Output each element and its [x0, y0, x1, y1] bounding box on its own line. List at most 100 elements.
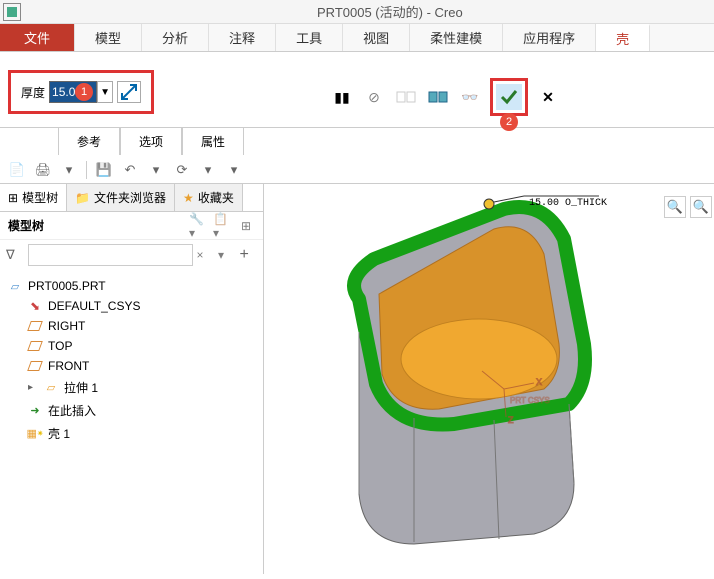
tree-item-top[interactable]: TOP [4, 336, 259, 356]
window-title: PRT0005 (活动的) - Creo [317, 2, 463, 21]
tree-tools: 🔧▾ 📋▾ ⊞ [189, 217, 255, 235]
dimension-label[interactable]: 15.00 O_THICK [529, 198, 607, 209]
tree-item-extrude[interactable]: ▸ ▱ 拉伸 1 [4, 376, 259, 399]
confirm-button[interactable] [496, 84, 522, 110]
no-preview-button[interactable]: ⊘ [362, 85, 386, 109]
zoom-in-button[interactable]: 🔍 [690, 196, 712, 218]
sidebar: ⊞ 模型树 📁 文件夹浏览器 ★ 收藏夹 模型树 🔧▾ 📋▾ ⊞ ∇ [0, 184, 264, 574]
tab-annotate[interactable]: 注释 [209, 24, 276, 51]
thickness-group: 厚度 1 ▼ [8, 70, 154, 114]
model-view: X Z PRT CSYS [264, 184, 714, 574]
tree-item-right[interactable]: RIGHT [4, 316, 259, 336]
tree-settings-icon[interactable]: 🔧▾ [189, 217, 207, 235]
thickness-label: 厚度 [21, 84, 45, 101]
svg-text:X: X [536, 377, 542, 387]
sidebar-tab-label: 模型树 [22, 189, 58, 206]
sidebar-tab-model-tree[interactable]: ⊞ 模型树 [0, 184, 67, 211]
subtab-props[interactable]: 属性 [182, 127, 244, 155]
sidebar-tab-label: 文件夹浏览器 [94, 189, 166, 206]
expand-icon[interactable]: ▸ [28, 382, 38, 393]
windows-icon[interactable]: ▾ [199, 161, 217, 179]
tree-title: 模型树 [8, 217, 44, 234]
subtab-options[interactable]: 选项 [120, 127, 182, 155]
view-controls: 🔍 🔍 [664, 196, 712, 218]
cancel-button[interactable]: ✕ [536, 85, 560, 109]
ribbon-content: 厚度 1 ▼ ▮▮ ⊘ 👓 2 ✕ 参考 选项 属性 [0, 52, 714, 128]
redo-icon[interactable]: ▾ [147, 161, 165, 179]
model-tree: ▱ PRT0005.PRT ⬊ DEFAULT_CSYS RIGHT TOP F… [0, 270, 263, 451]
flip-direction-button[interactable] [117, 81, 141, 103]
thickness-dropdown[interactable]: ▼ [97, 81, 113, 103]
tree-item-insert[interactable]: ➜ 在此插入 [4, 399, 259, 422]
confirm-wrap: 2 [490, 78, 528, 116]
app-icon [3, 3, 21, 21]
viewport[interactable]: X Z PRT CSYS 15.00 O_THICK 🔍 🔍 [264, 184, 714, 574]
glasses-button[interactable]: 👓 [458, 85, 482, 109]
tab-analysis[interactable]: 分析 [142, 24, 209, 51]
tree-label: FRONT [48, 359, 89, 373]
sidebar-tabs: ⊞ 模型树 📁 文件夹浏览器 ★ 收藏夹 [0, 184, 263, 212]
print-icon[interactable]: 🖨 [34, 161, 52, 179]
annotation-badge-1: 1 [75, 83, 93, 101]
tree-label: PRT0005.PRT [28, 279, 106, 293]
tree-header: 模型树 🔧▾ 📋▾ ⊞ [0, 212, 263, 240]
close-icon[interactable]: ▾ [225, 161, 243, 179]
filter-clear-icon[interactable]: × [197, 248, 215, 262]
main-area: ⊞ 模型树 📁 文件夹浏览器 ★ 收藏夹 模型树 🔧▾ 📋▾ ⊞ ∇ [0, 184, 714, 574]
tree-show-icon[interactable]: 📋▾ [213, 217, 231, 235]
tab-model[interactable]: 模型 [75, 24, 142, 51]
filter-add-icon[interactable]: + [240, 246, 258, 264]
plane-icon [28, 319, 42, 333]
sidebar-tab-favorites[interactable]: ★ 收藏夹 [175, 184, 243, 211]
tree-item-part[interactable]: ▱ PRT0005.PRT [4, 276, 259, 296]
svg-text:Z: Z [508, 415, 514, 425]
tab-tools[interactable]: 工具 [276, 24, 343, 51]
verify-button[interactable] [394, 85, 418, 109]
shell-feature-icon: ▦✷ [28, 427, 42, 441]
sidebar-tab-folder[interactable]: 📁 文件夹浏览器 [67, 184, 175, 211]
filter-row: ∇ × ▾ + [0, 240, 263, 270]
ribbon-tabs: 文件 模型 分析 注释 工具 视图 柔性建模 应用程序 壳 [0, 24, 714, 52]
feature-actions: ▮▮ ⊘ 👓 2 ✕ [330, 78, 560, 116]
tree-icon: ⊞ [8, 191, 18, 205]
extrude-icon: ▱ [44, 381, 58, 395]
tree-label: 壳 1 [48, 425, 70, 442]
undo-icon[interactable]: ↶ [121, 161, 139, 179]
preview-button[interactable] [426, 85, 450, 109]
separator [86, 161, 87, 179]
plane-icon [28, 359, 42, 373]
tab-flex[interactable]: 柔性建模 [410, 24, 503, 51]
quick-toolbar: 📄 🖨 ▾ 💾 ↶ ▾ ⟳ ▾ ▾ [0, 156, 714, 184]
sub-tabs: 参考 选项 属性 [58, 127, 244, 155]
tree-item-shell[interactable]: ▦✷ 壳 1 [4, 422, 259, 445]
tree-label: TOP [48, 339, 72, 353]
tab-apps[interactable]: 应用程序 [503, 24, 596, 51]
annotation-badge-2: 2 [500, 113, 518, 131]
insert-icon: ➜ [28, 404, 42, 418]
part-icon: ▱ [8, 279, 22, 293]
tree-label: RIGHT [48, 319, 85, 333]
check-icon [499, 87, 519, 107]
subtab-refs[interactable]: 参考 [58, 127, 120, 155]
plane-icon [28, 339, 42, 353]
filter-input[interactable] [28, 244, 193, 266]
filter-icon[interactable]: ∇ [6, 247, 24, 263]
regen-icon[interactable]: ⟳ [173, 161, 191, 179]
title-bar: PRT0005 (活动的) - Creo [0, 0, 714, 24]
zoom-fit-button[interactable]: 🔍 [664, 196, 686, 218]
tree-item-csys[interactable]: ⬊ DEFAULT_CSYS [4, 296, 259, 316]
sidebar-tab-label: 收藏夹 [198, 189, 234, 206]
tree-label: 拉伸 1 [64, 379, 98, 396]
tab-shell[interactable]: 壳 [596, 24, 650, 51]
tree-more-icon[interactable]: ⊞ [237, 217, 255, 235]
new-icon[interactable]: 📄 [8, 161, 26, 179]
filter-dropdown-icon[interactable]: ▾ [218, 248, 236, 262]
tab-file[interactable]: 文件 [0, 24, 75, 51]
tree-item-front[interactable]: FRONT [4, 356, 259, 376]
copy-icon[interactable]: ▾ [60, 161, 78, 179]
pause-button[interactable]: ▮▮ [330, 85, 354, 109]
save-icon[interactable]: 💾 [95, 161, 113, 179]
tab-view[interactable]: 视图 [343, 24, 410, 51]
star-icon: ★ [183, 191, 194, 205]
flip-icon [120, 83, 138, 101]
